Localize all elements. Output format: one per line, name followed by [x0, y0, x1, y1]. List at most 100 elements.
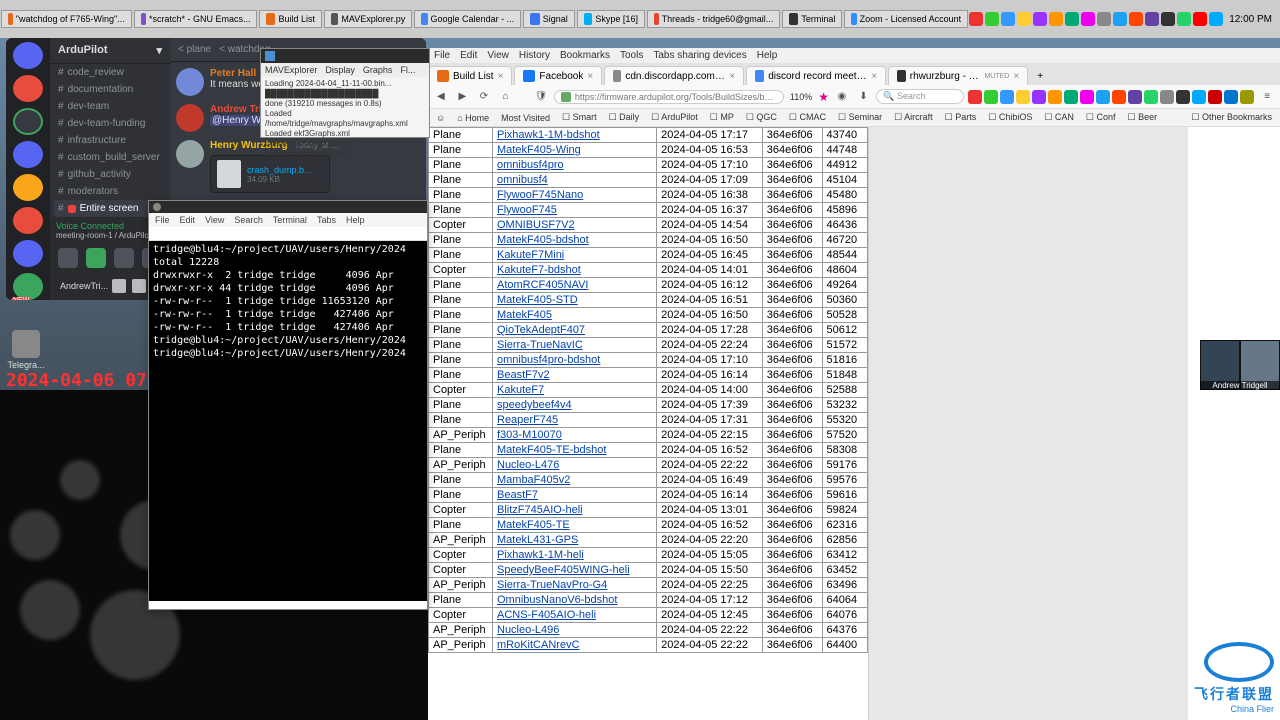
- bookmark-item[interactable]: ☐ QGC: [742, 111, 781, 124]
- extension-icon[interactable]: [1160, 90, 1174, 104]
- server-icon[interactable]: [13, 174, 43, 201]
- video-icon[interactable]: [58, 248, 78, 268]
- bookmark-item[interactable]: ☐ Beer: [1124, 111, 1162, 124]
- board-link[interactable]: KakuteF7-bdshot: [497, 264, 581, 276]
- extension-icon[interactable]: [1016, 90, 1030, 104]
- pocket-icon[interactable]: ◉: [833, 88, 851, 106]
- mute-icon[interactable]: [112, 279, 126, 293]
- board-link[interactable]: BeastF7v2: [497, 369, 550, 381]
- download-icon[interactable]: ⬇: [855, 88, 873, 106]
- menu-item[interactable]: Display: [325, 65, 355, 75]
- board-link[interactable]: Sierra-TrueNavIC: [497, 339, 583, 351]
- activity-icon[interactable]: [114, 248, 134, 268]
- channel-item[interactable]: infrastructure: [50, 132, 170, 149]
- server-icon[interactable]: [13, 42, 43, 69]
- new-tab-button[interactable]: +: [1030, 68, 1050, 85]
- taskbar-item[interactable]: Google Calendar - ...: [414, 10, 521, 28]
- board-link[interactable]: mRoKitCANrevC: [497, 639, 580, 651]
- taskbar-item[interactable]: Zoom - Licensed Account: [844, 10, 968, 28]
- server-icon[interactable]: [13, 207, 43, 234]
- menu-item[interactable]: File: [434, 50, 450, 61]
- board-link[interactable]: omnibusf4: [497, 174, 548, 186]
- channel-item[interactable]: moderators: [50, 183, 170, 200]
- tray-icon[interactable]: [1161, 12, 1175, 26]
- screenshare-icon[interactable]: [86, 248, 106, 268]
- server-icon-new[interactable]: [13, 273, 43, 300]
- menu-item[interactable]: Terminal: [273, 215, 307, 225]
- board-link[interactable]: OmnibusNanoV6-bdshot: [497, 594, 617, 606]
- board-link[interactable]: MatekF405-STD: [497, 294, 578, 306]
- build-table-wrap[interactable]: PlanePixhawk1-1M-bdshot2024-04-05 17:173…: [428, 127, 868, 720]
- browser-tab[interactable]: rhwurzburg - WherebyMUTED×: [888, 66, 1028, 85]
- board-link[interactable]: KakuteF7: [497, 384, 544, 396]
- bookmark-item[interactable]: ☐ Conf: [1082, 111, 1120, 124]
- menu-item[interactable]: Tools: [620, 50, 643, 61]
- menu-item[interactable]: Bookmarks: [560, 50, 610, 61]
- extension-icon[interactable]: [984, 90, 998, 104]
- deafen-icon[interactable]: [132, 279, 146, 293]
- menu-item[interactable]: Edit: [180, 215, 196, 225]
- bookmark-item[interactable]: ☐ Parts: [941, 111, 981, 124]
- menu-item[interactable]: Graphs: [363, 65, 393, 75]
- board-link[interactable]: f303-M10070: [497, 429, 562, 441]
- search-bar[interactable]: 🔍 Search: [876, 89, 964, 104]
- bookmark-item[interactable]: ☐ MP: [706, 111, 738, 124]
- board-link[interactable]: FlywooF745Nano: [497, 189, 583, 201]
- url-bar[interactable]: https://firmware.ardupilot.org/Tools/Bui…: [554, 90, 784, 104]
- board-link[interactable]: ACNS-F405AIO-heli: [497, 609, 596, 621]
- board-link[interactable]: QioTekAdeptF407: [497, 324, 585, 336]
- bookmark-folder[interactable]: ☐ Other Bookmarks: [1187, 111, 1276, 124]
- tray-icon[interactable]: [1017, 12, 1031, 26]
- menu-item[interactable]: File: [155, 215, 170, 225]
- menu-item[interactable]: Fl...: [400, 65, 415, 75]
- browser-tab[interactable]: discord record meeting - Go...×: [746, 66, 886, 85]
- tray-icon[interactable]: [1081, 12, 1095, 26]
- board-link[interactable]: omnibusf4pro: [497, 159, 564, 171]
- menu-item[interactable]: History: [519, 50, 550, 61]
- back-button[interactable]: ◀: [432, 88, 450, 106]
- shield-icon[interactable]: 🛡: [532, 88, 550, 106]
- extension-icon[interactable]: [1032, 90, 1046, 104]
- board-link[interactable]: omnibusf4pro-bdshot: [497, 354, 600, 366]
- extension-icon[interactable]: [1144, 90, 1158, 104]
- board-link[interactable]: MatekF405: [497, 309, 552, 321]
- desktop-icon-telegram[interactable]: Telegra...: [6, 330, 46, 370]
- taskbar-item[interactable]: Skype [16]: [577, 10, 645, 28]
- board-link[interactable]: MatekF405-TE: [497, 519, 570, 531]
- bookmark-item[interactable]: ☐ CMAC: [785, 111, 830, 124]
- board-link[interactable]: MambaF405v2: [497, 474, 570, 486]
- menu-item[interactable]: MAVExplorer: [265, 65, 317, 75]
- menu-item[interactable]: Help: [346, 215, 365, 225]
- board-link[interactable]: BeastF7: [497, 489, 538, 501]
- menu-item[interactable]: View: [205, 215, 224, 225]
- channel-item[interactable]: github_activity: [50, 166, 170, 183]
- avatar[interactable]: [176, 68, 204, 96]
- menu-item[interactable]: Edit: [460, 50, 477, 61]
- reload-button[interactable]: ⟳: [475, 88, 493, 106]
- tray-icon[interactable]: [1145, 12, 1159, 26]
- channel-item[interactable]: dev-team: [50, 98, 170, 115]
- server-icon[interactable]: [13, 240, 43, 267]
- extension-icon[interactable]: [1064, 90, 1078, 104]
- taskbar-item[interactable]: Build List: [259, 10, 322, 28]
- board-link[interactable]: AtomRCF405NAVI: [497, 279, 589, 291]
- taskbar-item[interactable]: *scratch* - GNU Emacs...: [134, 10, 258, 28]
- tray-icon[interactable]: [1209, 12, 1223, 26]
- avatar[interactable]: [176, 104, 204, 132]
- server-header[interactable]: ArduPilot▾: [50, 38, 170, 64]
- extension-icon[interactable]: [1192, 90, 1206, 104]
- browser-tab[interactable]: Facebook×: [514, 66, 602, 85]
- server-icon[interactable]: [13, 108, 43, 135]
- bookmark-item[interactable]: ☐ Seminar: [834, 111, 886, 124]
- taskbar-item[interactable]: Threads - tridge60@gmail...: [647, 10, 780, 28]
- menu-item[interactable]: View: [487, 50, 509, 61]
- bookmark-item[interactable]: Most Visited: [497, 111, 554, 124]
- bookmark-item[interactable]: ☐ CAN: [1040, 111, 1078, 124]
- bookmark-item[interactable]: ☺: [432, 111, 449, 124]
- home-button[interactable]: ⌂: [497, 88, 515, 106]
- extension-icon[interactable]: [1096, 90, 1110, 104]
- tray-icon[interactable]: [1193, 12, 1207, 26]
- server-icon[interactable]: [13, 141, 43, 168]
- menu-item[interactable]: Tabs sharing devices: [653, 50, 746, 61]
- extension-icon[interactable]: [1112, 90, 1126, 104]
